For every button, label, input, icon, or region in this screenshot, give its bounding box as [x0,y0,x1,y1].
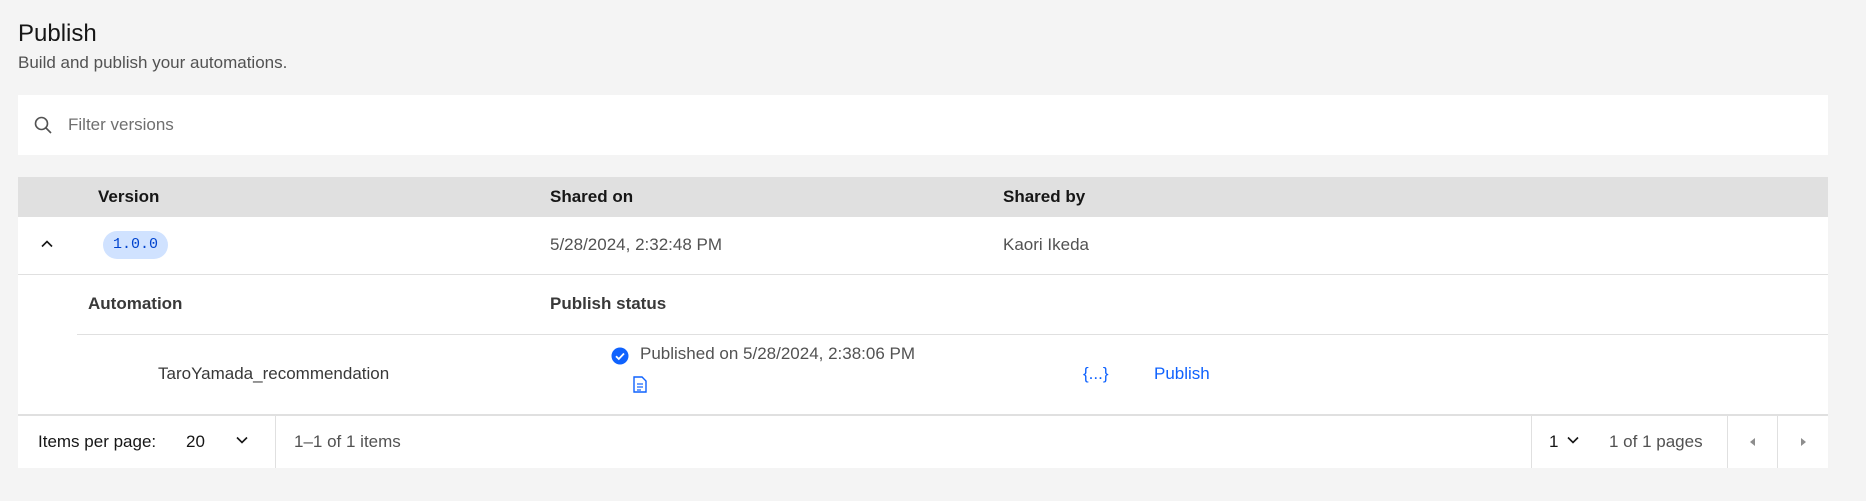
next-page-button[interactable] [1778,416,1828,468]
column-header-shared-on[interactable]: Shared on [550,187,633,207]
expanded-row-content: Automation Publish status TaroYamada_rec… [18,275,1828,416]
publish-link[interactable]: Publish [1154,364,1210,384]
items-per-page-label: Items per page: [38,432,157,451]
version-badge: 1.0.0 [103,231,169,259]
automation-row: TaroYamada_recommendation Published on 5… [18,335,1828,416]
page-select-value: 1 [1549,432,1559,451]
page-select[interactable]: 1 [1549,416,1580,468]
pagination-bar: Items per page: 20 1–1 of 1 items 1 1 of… [18,416,1828,468]
search-icon [32,114,54,136]
page-header: Publish Build and publish your automatio… [18,18,287,74]
filter-versions-input[interactable] [68,105,1768,145]
divider [1531,416,1532,468]
check-circle-icon [611,347,629,365]
automation-name: TaroYamada_recommendation [158,364,390,383]
column-header-shared-by[interactable]: Shared by [1003,187,1085,207]
items-range-text: 1–1 of 1 items [294,432,401,451]
divider [275,416,276,468]
previous-page-button[interactable] [1728,416,1778,468]
document-icon[interactable] [633,376,649,394]
shared-on-value: 5/28/2024, 2:32:48 PM [550,235,723,254]
publish-status-text: Published on 5/28/2024, 2:38:06 PM [640,344,916,363]
page-title: Publish [18,20,97,47]
caret-left-icon [1748,432,1758,452]
column-header-publish-status: Publish status [550,294,667,313]
sub-table-header: Automation Publish status [77,275,1828,335]
chevron-up-icon[interactable] [36,233,58,255]
chevron-down-icon [235,432,249,452]
view-json-link[interactable]: {...} [1083,364,1109,384]
filter-search-bar[interactable] [18,95,1828,155]
items-per-page-select[interactable]: 20 [186,416,276,468]
column-header-automation: Automation [88,294,183,313]
versions-table: Version Shared on Shared by 1.0.0 5/28/2… [18,177,1828,416]
table-header: Version Shared on Shared by [18,177,1828,217]
caret-right-icon [1798,432,1808,452]
page-subtitle: Build and publish your automations. [18,53,288,72]
items-per-page-value: 20 [186,432,205,451]
pages-text: 1 of 1 pages [1609,432,1703,451]
shared-by-value: Kaori Ikeda [1003,235,1089,254]
table-row[interactable]: 1.0.0 5/28/2024, 2:32:48 PM Kaori Ikeda [18,217,1828,275]
chevron-down-icon [1566,432,1580,452]
column-header-version[interactable]: Version [98,187,159,207]
